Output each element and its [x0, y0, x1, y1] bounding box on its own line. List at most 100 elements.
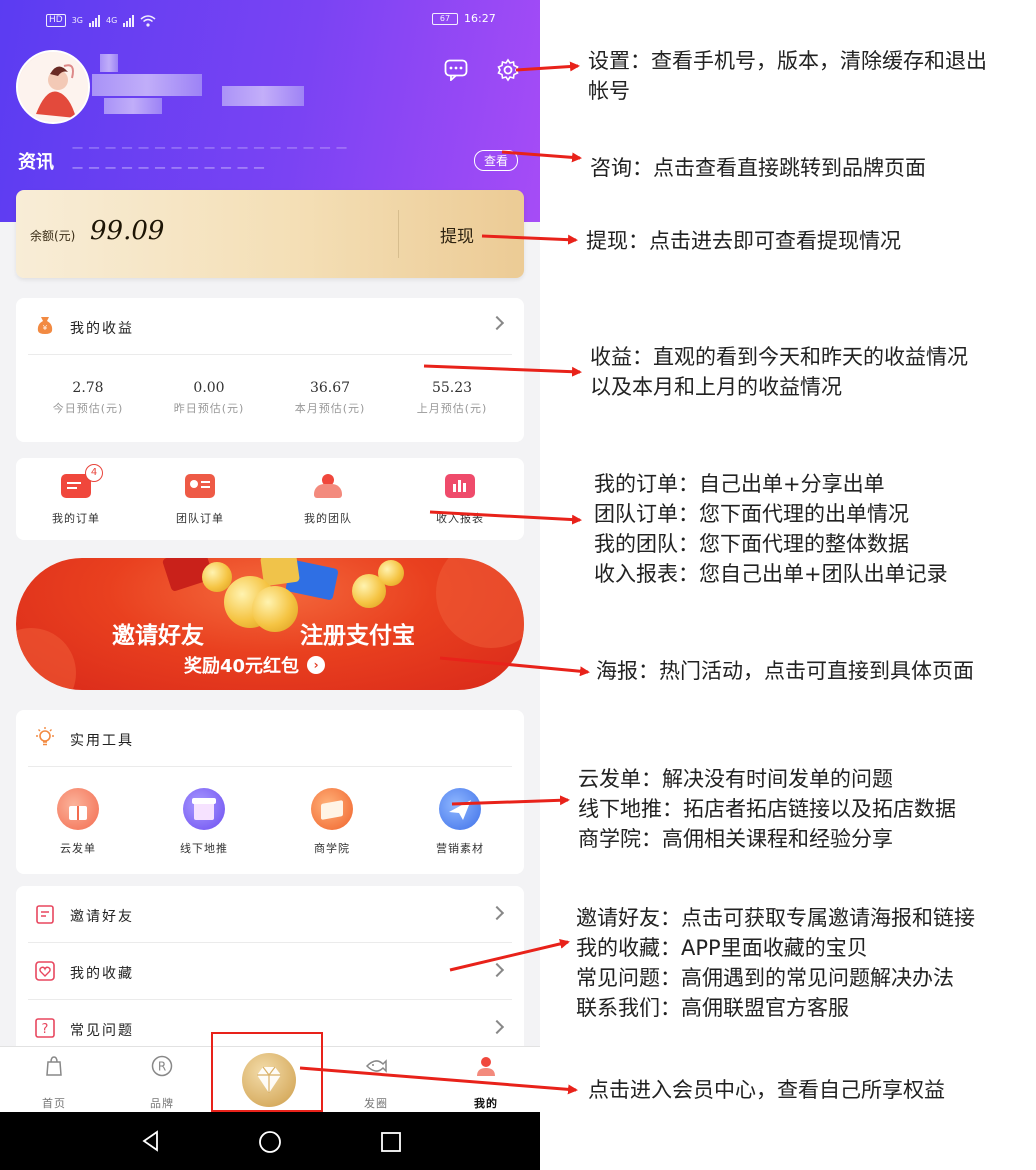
- menu-item-invite[interactable]: 邀请好友: [16, 886, 524, 942]
- phone-screen: HD 3G 4G 67 16:27 资讯 一 一 一 一 一 一 一 一 一 一…: [0, 0, 540, 1170]
- note-line: 海报：热门活动，点击可直接到具体页面: [596, 659, 974, 683]
- money-bag-icon: ¥: [37, 317, 53, 334]
- offline-promo-button[interactable]: 线下地推: [144, 788, 264, 856]
- banner-title-right: 注册支付宝: [300, 623, 415, 649]
- divider: [28, 354, 512, 355]
- banner-title-left: 邀请好友: [112, 623, 204, 649]
- news-text-scrolling: 一 一 一 一 一 一 一 一 一 一 一 一 一 一 一 一 一: [72, 142, 348, 155]
- highlight-box: [211, 1032, 323, 1112]
- tab-brand[interactable]: R 品牌: [132, 1055, 192, 1111]
- earnings-title: 我的收益: [70, 321, 134, 337]
- tool-label: 线下地推: [180, 842, 228, 855]
- back-icon[interactable]: [140, 1130, 162, 1152]
- note-line: 联系我们：高佣联盟官方客服: [576, 996, 849, 1020]
- stat-last-month: 55.23 上月预估(元): [392, 380, 512, 416]
- coin-icon: [378, 560, 404, 586]
- note-line: 团队订单：您下面代理的出单情况: [594, 502, 909, 526]
- stat-this-month: 36.67 本月预估(元): [270, 380, 390, 416]
- my-orders-button[interactable]: 4 我的订单: [16, 464, 136, 526]
- blurred-username: [100, 54, 118, 72]
- hd-indicator: HD: [46, 14, 66, 27]
- marketing-material-button[interactable]: 营销素材: [400, 788, 520, 856]
- stat-label: 今日预估(元): [52, 402, 124, 415]
- settings-button[interactable]: [494, 56, 522, 84]
- fish-bubble-icon: [365, 1059, 387, 1073]
- my-team-button[interactable]: 我的团队: [268, 474, 388, 526]
- question-icon: ?: [35, 1018, 55, 1038]
- registered-mark-icon: R: [151, 1055, 173, 1077]
- earnings-card: ¥ 我的收益 2.78 今日预估(元) 0.00 昨日预估(元) 36.67 本月预估…: [16, 298, 524, 442]
- chat-bubble-icon: [444, 59, 468, 81]
- chevron-right-icon: [489, 315, 505, 331]
- chevron-right-icon: [489, 1019, 505, 1035]
- stat-value: 36.67: [309, 380, 351, 396]
- chevron-right-icon: [489, 962, 505, 978]
- gift-cloud-icon: [57, 788, 99, 830]
- cloud-post-button[interactable]: 云发单: [18, 788, 138, 856]
- menu-card: 邀请好友 我的收藏 ? 常见问题: [16, 886, 524, 1056]
- status-bar: HD 3G 4G 67 16:27: [0, 8, 540, 34]
- battery-icon: 67: [432, 12, 458, 25]
- note-settings: 设置：查看手机号，版本，清除缓存和退出 帐号: [588, 46, 987, 106]
- balance-value: 99.09: [90, 216, 165, 246]
- tab-label: 发圈: [364, 1097, 388, 1110]
- stat-label: 本月预估(元): [294, 402, 366, 415]
- network-type-2: 4G: [106, 16, 118, 25]
- menu-item-favorites[interactable]: 我的收藏: [16, 943, 524, 999]
- note-line: 咨询：点击查看直接跳转到品牌页面: [590, 156, 926, 180]
- business-school-button[interactable]: 商学院: [272, 788, 392, 856]
- quick-action-label: 我的团队: [304, 512, 352, 525]
- decor-circle: [436, 558, 524, 648]
- tab-moments[interactable]: 发圈: [346, 1055, 406, 1111]
- earnings-header[interactable]: ¥ 我的收益: [16, 298, 524, 354]
- note-line: 常见问题：高佣遇到的常见问题解决办法: [576, 966, 954, 990]
- note-line: 我的收藏：APP里面收藏的宝贝: [576, 936, 868, 960]
- promo-banner[interactable]: 邀请好友 注册支付宝 奖励40元红包 ›: [16, 558, 524, 690]
- tab-home[interactable]: 首页: [24, 1055, 84, 1111]
- stat-value: 0.00: [193, 380, 225, 396]
- svg-text:¥: ¥: [43, 324, 48, 332]
- note-line: 邀请好友：点击可获取专属邀请海报和链接: [576, 906, 975, 930]
- id-card-icon: [185, 474, 215, 498]
- recents-icon[interactable]: [380, 1131, 402, 1153]
- tool-label: 商学院: [314, 842, 350, 855]
- menu-label: 我的收藏: [70, 966, 134, 982]
- note-line: 设置：查看手机号，版本，清除缓存和退出: [588, 49, 987, 73]
- tools-header: 实用工具: [16, 710, 524, 766]
- invite-list-icon: [36, 905, 54, 924]
- note-line: 商学院：高佣相关课程和经验分享: [578, 827, 893, 851]
- team-icon: [313, 474, 343, 498]
- svg-text:?: ?: [42, 1022, 49, 1037]
- avatar[interactable]: [16, 50, 90, 124]
- note-tools: 云发单：解决没有时间发单的问题 线下地推：拓店者拓店链接以及拓店数据 商学院：高…: [578, 764, 956, 854]
- banner-subtitle-text: 奖励40元红包: [184, 656, 300, 677]
- home-icon[interactable]: [258, 1130, 282, 1154]
- message-button[interactable]: [442, 56, 470, 84]
- news-view-button[interactable]: 查看: [474, 150, 519, 171]
- note-consult: 咨询：点击查看直接跳转到品牌页面: [590, 153, 926, 183]
- tab-mine[interactable]: 我的: [456, 1055, 516, 1111]
- tool-label: 营销素材: [436, 842, 484, 855]
- tab-label: 我的: [474, 1097, 498, 1110]
- quick-action-label: 收入报表: [436, 512, 484, 525]
- tools-card: 实用工具 云发单 线下地推 商学院 营销素材: [16, 710, 524, 874]
- coin-icon: [252, 586, 298, 632]
- note-line: 点击进入会员中心，查看自己所享权益: [588, 1078, 945, 1102]
- stat-label: 昨日预估(元): [173, 402, 245, 415]
- balance-label: 余额(元): [30, 229, 76, 243]
- svg-text:R: R: [158, 1060, 166, 1074]
- withdraw-button[interactable]: 提现: [440, 222, 474, 247]
- note-line: 以及本月和上月的收益情况: [590, 375, 842, 399]
- team-orders-button[interactable]: 团队订单: [140, 474, 260, 526]
- quick-action-label: 我的订单: [52, 512, 100, 525]
- income-report-button[interactable]: 收入报表: [400, 474, 520, 526]
- signal-icon: [123, 14, 135, 27]
- note-withdraw: 提现：点击进去即可查看提现情况: [586, 226, 901, 256]
- lightbulb-icon: [36, 727, 54, 746]
- decor-circle: [16, 628, 76, 690]
- note-line: 收入报表：您自己出单+团队出单记录: [594, 562, 948, 586]
- news-text-scrolling: 一 一 一 一 一 一 一 一 一 一 一 一: [72, 162, 266, 175]
- note-earnings: 收益：直观的看到今天和昨天的收益情况 以及本月和上月的收益情况: [590, 342, 968, 402]
- store-icon: [183, 788, 225, 830]
- note-line: 我的团队：您下面代理的整体数据: [594, 532, 909, 556]
